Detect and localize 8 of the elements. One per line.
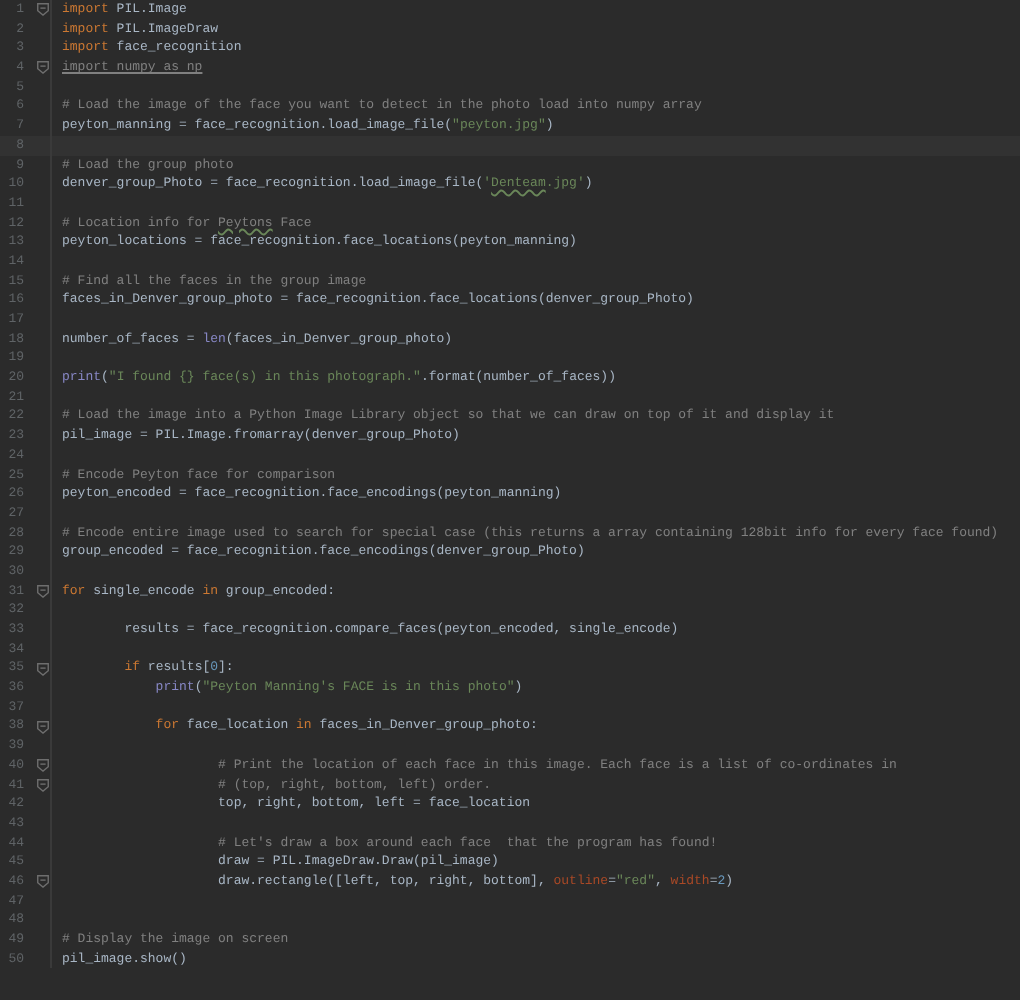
- fold-icon[interactable]: [36, 719, 50, 734]
- fold-icon[interactable]: [36, 758, 50, 773]
- fold-icon[interactable]: [36, 874, 50, 889]
- fold-icon[interactable]: [36, 60, 50, 75]
- fold-icon[interactable]: [36, 2, 50, 17]
- fold-icon[interactable]: [36, 583, 50, 598]
- fold-icon[interactable]: [36, 777, 50, 792]
- fold-icon[interactable]: [36, 661, 50, 676]
